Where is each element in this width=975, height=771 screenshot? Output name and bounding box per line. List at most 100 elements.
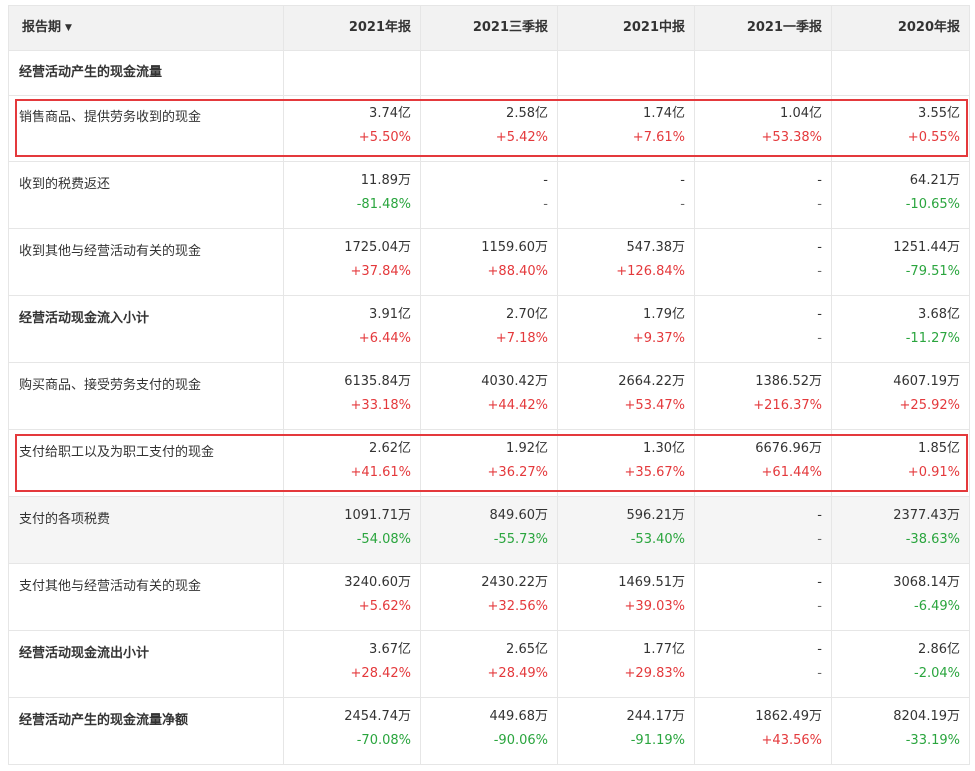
table-row: 支付的各项税费 1091.71万 -54.08% 849.60万 -55.73% 596.… [8, 497, 970, 564]
change-percent: -6.49% [914, 599, 960, 614]
value-cell: -- [695, 497, 832, 564]
amount-value: 4607.19万 [893, 374, 960, 389]
amount-value: - [817, 642, 822, 657]
change-percent: -70.08% [356, 733, 411, 748]
row-label: 经营活动现金流入小计 [8, 296, 284, 363]
row-label: 支付的各项税费 [8, 497, 284, 564]
change-percent: +5.62% [358, 599, 411, 614]
value-cell: 596.21万 -53.40% [558, 497, 695, 564]
amount-value: 3.91亿 [369, 307, 411, 322]
amount-value: 1.77亿 [643, 642, 685, 657]
value-cell: 6135.84万 +33.18% [284, 363, 421, 430]
value-cell: 11.89万 -81.48% [284, 162, 421, 229]
amount-value: 2454.74万 [344, 709, 411, 724]
amount-value: - [817, 508, 822, 523]
amount-value: 849.60万 [489, 508, 549, 523]
table-row: 经营活动现金流入小计 3.91亿 +6.44% 2.70亿 +7.18% 1.79亿 +9.… [8, 296, 970, 363]
amount-value: 8204.19万 [893, 709, 960, 724]
table-header: 报告期 ▼ 2021年报 2021三季报 2021中报 2021一季报 2020年… [8, 5, 970, 51]
row-label: 购买商品、接受劳务支付的现金 [8, 363, 284, 430]
value-cell: 3.68亿 -11.27% [832, 296, 970, 363]
amount-value: 2.65亿 [506, 642, 548, 657]
change-percent: - [817, 599, 822, 614]
change-percent: -90.06% [493, 733, 548, 748]
change-percent: +33.18% [350, 398, 411, 413]
column-header[interactable]: 2021一季报 [695, 6, 832, 51]
change-percent: - [543, 197, 548, 212]
amount-value: 3.68亿 [918, 307, 960, 322]
value-cell: 3.67亿 +28.42% [284, 631, 421, 698]
change-percent: -10.65% [905, 197, 960, 212]
amount-value: 11.89万 [360, 173, 411, 188]
column-header[interactable]: 2021年报 [284, 6, 421, 51]
column-header[interactable]: 2021三季报 [421, 6, 558, 51]
section-header-row: 经营活动产生的现金流量 [8, 51, 970, 96]
change-percent: - [817, 331, 822, 346]
amount-value: 1386.52万 [755, 374, 822, 389]
caret-down-icon[interactable]: ▼ [65, 23, 72, 33]
amount-value: - [543, 173, 548, 188]
amount-value: 1159.60万 [481, 240, 548, 255]
value-cell: 449.68万 -90.06% [421, 698, 558, 765]
row-highlight-box [15, 434, 968, 492]
row-label: 收到的税费返还 [8, 162, 284, 229]
change-percent: -53.40% [630, 532, 685, 547]
amount-value: 3.67亿 [369, 642, 411, 657]
value-cell: -- [695, 564, 832, 631]
period-sort-header[interactable]: 报告期 ▼ [8, 6, 284, 51]
value-cell: 2430.22万 +32.56% [421, 564, 558, 631]
change-percent: +28.49% [487, 666, 548, 681]
column-header[interactable]: 2020年报 [832, 6, 970, 51]
row-highlight-box [15, 99, 968, 157]
value-cell: 1.77亿 +29.83% [558, 631, 695, 698]
change-percent: +216.37% [753, 398, 822, 413]
column-header[interactable]: 2021中报 [558, 6, 695, 51]
row-label: 经营活动现金流出小计 [8, 631, 284, 698]
change-percent: +28.42% [350, 666, 411, 681]
value-cell: 2.86亿 -2.04% [832, 631, 970, 698]
section-title: 经营活动产生的现金流量 [8, 51, 284, 96]
change-percent: +44.42% [487, 398, 548, 413]
amount-value: 3068.14万 [893, 575, 960, 590]
change-percent: -79.51% [905, 264, 960, 279]
change-percent: -2.04% [914, 666, 960, 681]
change-percent: +39.03% [624, 599, 685, 614]
change-percent: -38.63% [905, 532, 960, 547]
value-cell: 1.79亿 +9.37% [558, 296, 695, 363]
value-cell: 2664.22万 +53.47% [558, 363, 695, 430]
change-percent: - [817, 264, 822, 279]
amount-value: 2664.22万 [618, 374, 685, 389]
table-row: 经营活动产生的现金流量净额 2454.74万 -70.08% 449.68万 -90.0… [8, 698, 970, 765]
value-cell: 8204.19万 -33.19% [832, 698, 970, 765]
amount-value: 596.21万 [626, 508, 686, 523]
amount-value: 2430.22万 [481, 575, 548, 590]
value-cell: -- [558, 162, 695, 229]
change-percent: +25.92% [899, 398, 960, 413]
value-cell: 1251.44万 -79.51% [832, 229, 970, 296]
amount-value: 1469.51万 [618, 575, 685, 590]
amount-value: 2.86亿 [918, 642, 960, 657]
change-percent: - [817, 197, 822, 212]
table-row: 收到其他与经营活动有关的现金 1725.04万 +37.84% 1159.60万 +88… [8, 229, 970, 296]
amount-value: - [817, 173, 822, 188]
change-percent: -33.19% [905, 733, 960, 748]
value-cell: 1725.04万 +37.84% [284, 229, 421, 296]
change-percent: -11.27% [905, 331, 960, 346]
value-cell: 64.21万 -10.65% [832, 162, 970, 229]
amount-value: 3240.60万 [344, 575, 411, 590]
value-cell: 2.65亿 +28.49% [421, 631, 558, 698]
change-percent: - [817, 532, 822, 547]
table-row: 经营活动现金流出小计 3.67亿 +28.42% 2.65亿 +28.49% 1.77亿 +… [8, 631, 970, 698]
amount-value: 547.38万 [626, 240, 686, 255]
value-cell: 1862.49万 +43.56% [695, 698, 832, 765]
amount-value: 1862.49万 [755, 709, 822, 724]
table-row: 收到的税费返还 11.89万 -81.48% - - - - - -64.21万 -10.65% [8, 162, 970, 229]
change-percent: -55.73% [493, 532, 548, 547]
value-cell: 547.38万 +126.84% [558, 229, 695, 296]
amount-value: 1.79亿 [643, 307, 685, 322]
row-label: 支付其他与经营活动有关的现金 [8, 564, 284, 631]
amount-value: - [680, 173, 685, 188]
amount-value: 244.17万 [626, 709, 686, 724]
value-cell: 2.70亿 +7.18% [421, 296, 558, 363]
value-cell: 1159.60万 +88.40% [421, 229, 558, 296]
